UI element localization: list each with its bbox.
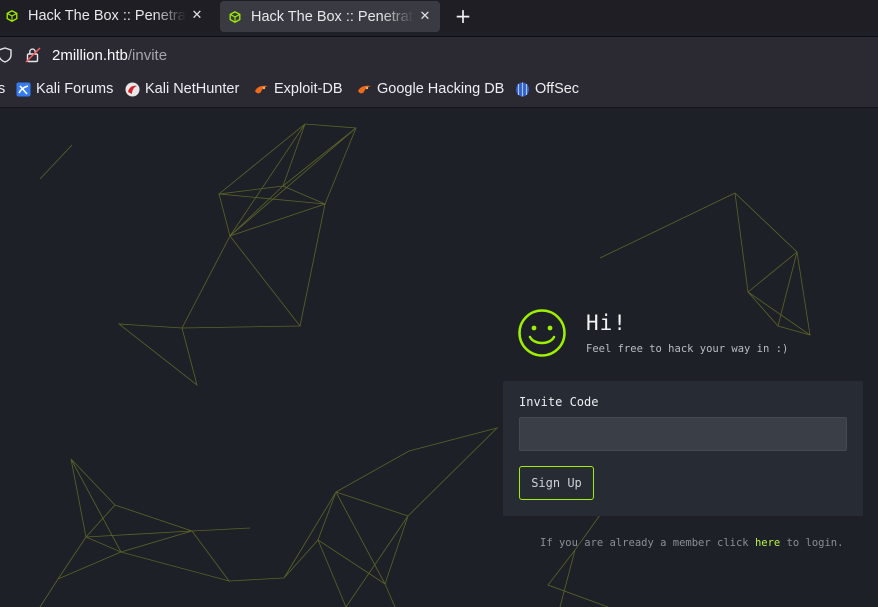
login-hint-text-end: to login. [780,537,844,549]
hackthebox-favicon-icon [229,10,241,23]
tab-strip: Hack The Box :: Penetration Testing Labs… [0,0,878,33]
url-text[interactable]: 2million.htb/invite [52,47,167,64]
invite-form: Invite Code Sign Up [503,381,863,516]
bookmark-label: OffSec [535,81,580,97]
bookmark-offsec[interactable]: OffSec [515,81,579,97]
tab-close-icon[interactable]: ✕ [414,9,436,24]
shield-icon[interactable] [0,47,12,63]
bookmark-label: Kali Forums [36,81,114,97]
url-path: /invite [127,47,168,64]
invite-code-label: Invite Code [519,395,599,409]
bookmark-truncated[interactable]: s [0,81,5,97]
tab-title: Hack The Box :: Penetration Testing Labs [28,7,186,24]
login-hint-text: If you are already a member click [540,537,755,549]
login-link[interactable]: here [755,537,780,549]
bookmark-label: s [0,81,6,97]
offsec-icon [516,82,529,96]
page-content: Hi! Feel free to hack your way in :) Inv… [0,108,878,607]
bookmark-exploit-db[interactable]: Exploit-DB [254,81,343,97]
bookmarks-toolbar: s Kali Forums Kali NetHunter Exploit-DB … [0,72,878,108]
lock-warning-icon[interactable] [25,47,41,63]
greeting-heading: Hi! [586,311,627,335]
tab-hackthebox-2[interactable]: Hack The Box :: Penetration Testing Labs… [220,1,440,32]
new-tab-button[interactable]: + [454,4,472,28]
greeting-subtitle: Feel free to hack your way in :) [586,343,789,355]
kali-forums-icon [16,82,31,96]
hackthebox-favicon-icon [6,9,18,22]
bookmark-kali-forums[interactable]: Kali Forums [16,81,113,97]
url-host: 2million.htb [52,47,128,64]
invite-code-input[interactable] [519,417,847,451]
kali-nethunter-icon [125,82,140,96]
google-hacking-db-icon [358,85,371,93]
login-hint: If you are already a member click here t… [540,537,843,549]
bookmark-google-hacking-db[interactable]: Google Hacking DB [357,81,504,97]
bookmark-label: Kali NetHunter [145,81,240,97]
tab-hackthebox-1[interactable]: Hack The Box :: Penetration Testing Labs… [0,0,212,31]
tab-title: Hack The Box :: Penetration Testing Labs [251,8,414,25]
background-network-graphic [39,123,826,607]
bookmark-kali-nethunter[interactable]: Kali NetHunter [125,81,239,97]
bookmark-label: Exploit-DB [274,81,343,97]
exploit-db-icon [255,85,268,93]
smiley-face-icon [518,309,566,357]
bookmark-label: Google Hacking DB [377,81,505,97]
address-bar[interactable]: 2million.htb/invite [0,36,878,72]
sign-up-button[interactable]: Sign Up [519,466,594,500]
tab-close-icon[interactable]: ✕ [186,8,208,23]
